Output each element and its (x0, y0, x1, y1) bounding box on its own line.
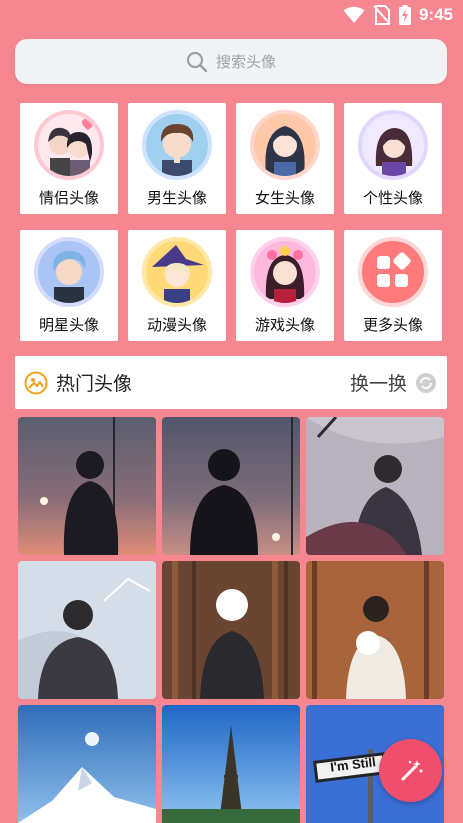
boy-avatar-icon (142, 110, 212, 180)
photo-boy-with-flowers-forest[interactable] (162, 561, 300, 699)
no-sim-icon (373, 5, 391, 25)
magic-wand-icon (401, 759, 422, 780)
category-label: 明星头像 (38, 316, 99, 334)
more-grid-icon (358, 237, 428, 307)
category-more[interactable]: 更多头像 (344, 230, 442, 341)
search-placeholder: 搜索头像 (215, 53, 276, 71)
category-label: 动漫头像 (146, 316, 207, 334)
category-boy[interactable]: 男生头像 (128, 103, 226, 214)
photo-silhouette-dusk-boy[interactable] (162, 417, 300, 555)
search-bar[interactable]: 搜索头像 (15, 39, 447, 84)
photo-eiffel-tower[interactable] (162, 705, 300, 823)
refresh-icon (416, 372, 436, 393)
game-avatar-icon (250, 237, 320, 307)
status-bar: 9:45 (0, 0, 463, 34)
category-game[interactable]: 游戏头像 (236, 230, 334, 341)
girl-avatar-icon (250, 110, 320, 180)
category-label: 男生头像 (146, 189, 207, 207)
category-anime[interactable]: 动漫头像 (128, 230, 226, 341)
hot-section-header: 热门头像 换一换 (15, 356, 447, 409)
wifi-icon (343, 6, 365, 23)
photo-boy-with-flowers-autumn[interactable] (306, 561, 444, 699)
battery-charging-icon (398, 5, 411, 25)
personality-avatar-icon (358, 110, 428, 180)
photo-boy-with-net[interactable] (18, 561, 156, 699)
category-couple[interactable]: 情侣头像 (20, 103, 118, 214)
star-avatar-icon (34, 237, 104, 307)
category-personality[interactable]: 个性头像 (344, 103, 442, 214)
category-star[interactable]: 明星头像 (20, 230, 118, 341)
couple-avatar-icon (34, 110, 104, 180)
category-label: 更多头像 (362, 316, 423, 334)
refresh-button[interactable]: 换一换 (350, 356, 437, 409)
refresh-label: 换一换 (349, 373, 407, 395)
anime-avatar-icon (142, 237, 212, 307)
category-label: 女生头像 (254, 189, 315, 207)
category-label: 情侣头像 (38, 189, 99, 207)
photo-mountain-moon[interactable] (18, 705, 156, 823)
category-label: 个性头像 (362, 189, 423, 207)
magic-wand-button[interactable] (379, 739, 442, 802)
search-icon (186, 51, 208, 72)
category-label: 游戏头像 (254, 316, 315, 334)
hot-section-title: 热门头像 (56, 373, 133, 395)
status-time: 9:45 (418, 5, 453, 24)
photo-girl-with-veil[interactable] (306, 417, 444, 555)
photo-silhouette-sunset-boy[interactable] (18, 417, 156, 555)
hot-picture-icon (24, 371, 48, 394)
category-girl[interactable]: 女生头像 (236, 103, 334, 214)
